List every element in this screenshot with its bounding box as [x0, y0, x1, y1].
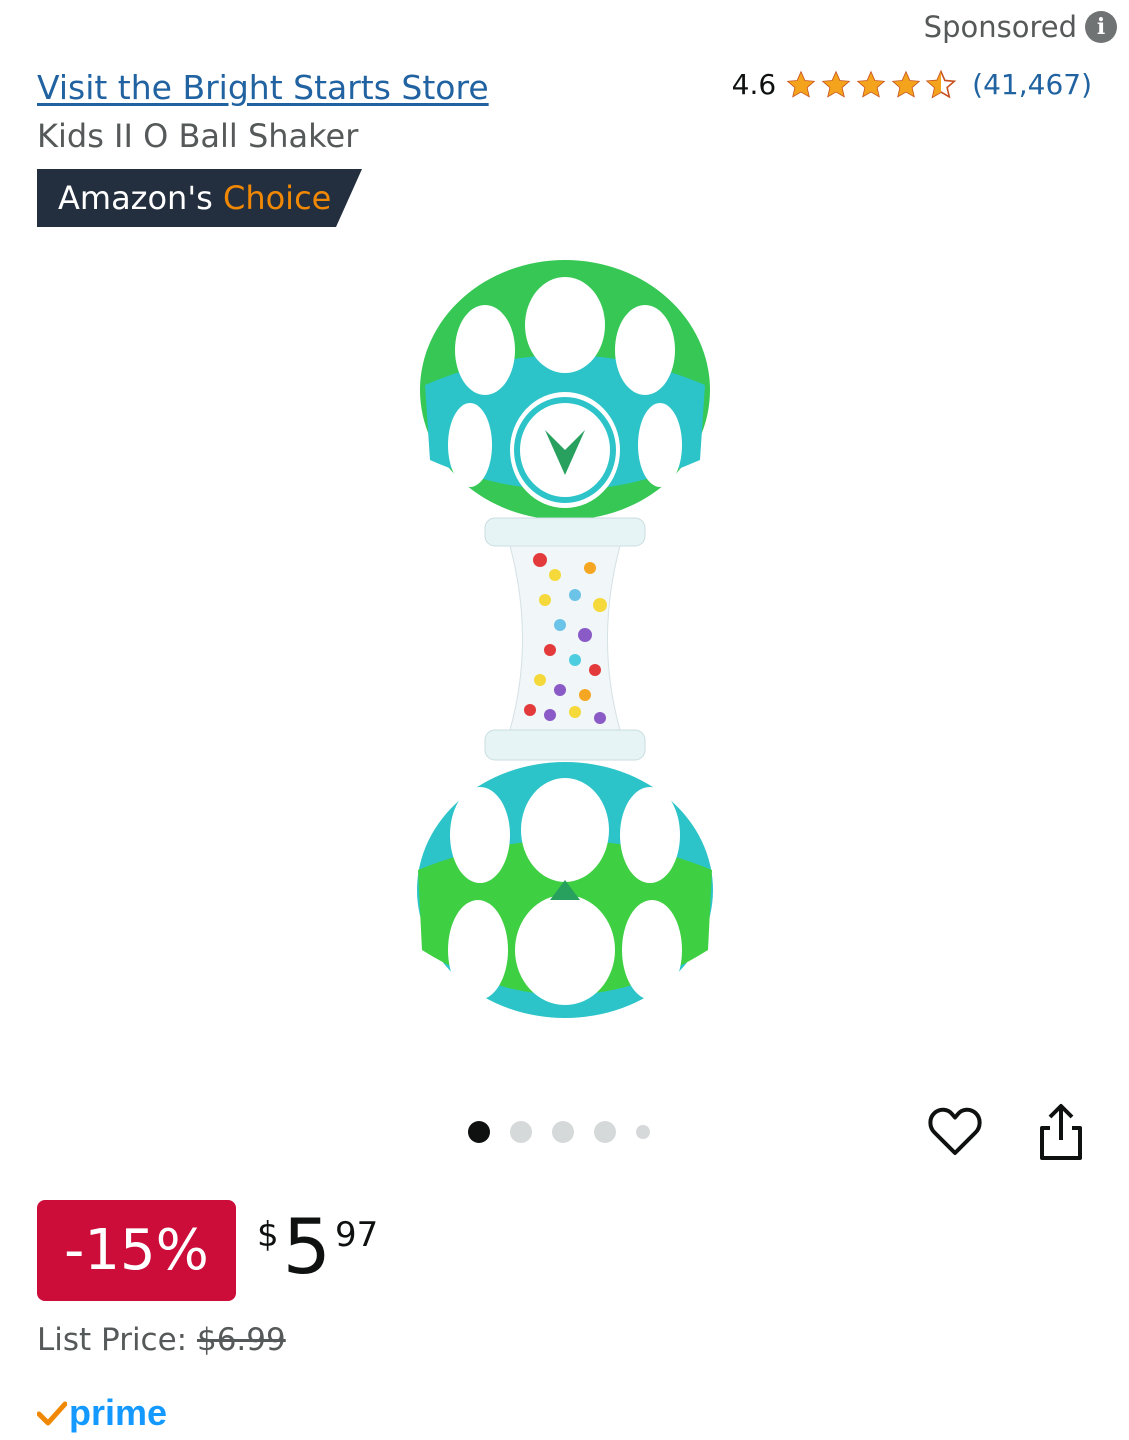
bottom-ball: [417, 762, 713, 1018]
amazons-choice-badge[interactable]: Amazon's Choice: [37, 169, 362, 227]
carousel-dot[interactable]: [552, 1121, 574, 1143]
star-icon: [856, 70, 886, 98]
product-title: Kids II O Ball Shaker: [37, 117, 359, 155]
prime-label: prime: [69, 1392, 168, 1433]
sponsored-indicator[interactable]: Sponsored i: [924, 10, 1117, 44]
discount-badge: -15%: [37, 1200, 236, 1301]
badge-text: Amazon's Choice: [58, 179, 331, 217]
carousel-dot[interactable]: [594, 1121, 616, 1143]
store-link[interactable]: Visit the Bright Starts Store: [37, 68, 489, 107]
heart-icon[interactable]: [927, 1104, 983, 1160]
list-price: List Price: $6.99: [37, 1322, 286, 1358]
carousel-dot[interactable]: [468, 1121, 490, 1143]
price: $ 5 97: [257, 1207, 378, 1287]
price-symbol: $: [257, 1215, 279, 1255]
star-icon: [821, 70, 851, 98]
info-icon[interactable]: i: [1085, 11, 1117, 43]
half-star-icon: [925, 69, 957, 98]
badge-prefix: Amazon's: [58, 179, 213, 217]
sponsored-label: Sponsored: [923, 10, 1077, 44]
star-icon: [891, 70, 921, 98]
badge-highlight: Choice: [222, 179, 332, 217]
top-ball: [420, 260, 710, 520]
list-price-value: $6.99: [196, 1322, 286, 1358]
rating-count[interactable]: (41,467): [972, 68, 1092, 101]
carousel-dot[interactable]: [636, 1125, 650, 1139]
rating-summary[interactable]: 4.6 (41,467): [732, 68, 1092, 101]
prime-badge[interactable]: prime: [37, 1392, 167, 1434]
rating-stars: [784, 69, 958, 101]
price-fraction: 97: [335, 1215, 379, 1255]
carousel-dot[interactable]: [510, 1121, 532, 1143]
middle-rattle: [484, 517, 646, 761]
share-icon[interactable]: [1034, 1102, 1088, 1162]
prime-check-icon: [37, 1401, 67, 1426]
price-whole: 5: [282, 1202, 331, 1291]
list-price-label: List Price:: [37, 1322, 188, 1358]
star-icon: [786, 70, 816, 98]
rating-value: 4.6: [731, 68, 777, 101]
product-image[interactable]: [390, 250, 740, 1030]
discount-text: -15%: [64, 1218, 209, 1283]
image-carousel-dots[interactable]: [468, 1121, 650, 1143]
